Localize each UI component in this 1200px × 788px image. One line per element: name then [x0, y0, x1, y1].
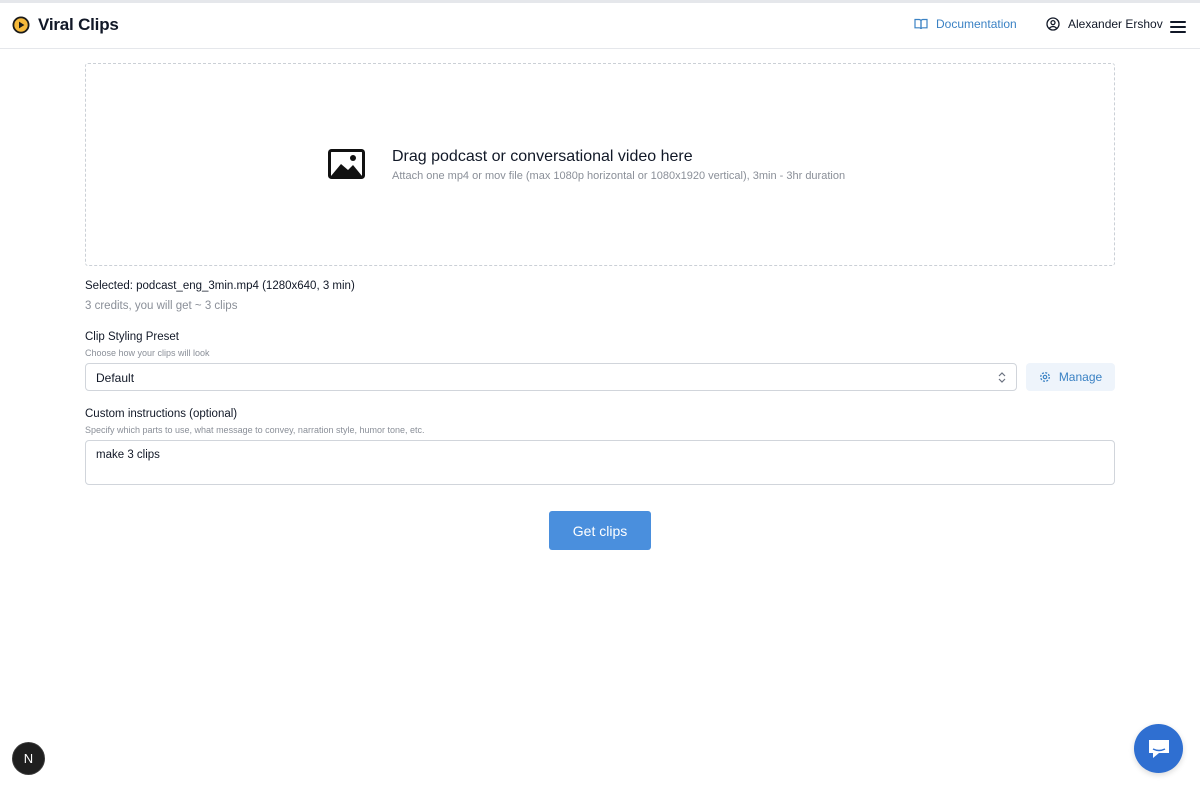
dropzone-subtitle: Attach one mp4 or mov file (max 1080p ho… [392, 170, 846, 182]
image-icon [328, 149, 365, 179]
manage-label: Manage [1058, 370, 1103, 384]
brand[interactable]: Viral Clips [12, 15, 119, 35]
gear-icon [1039, 372, 1050, 382]
dropzone-title: Drag podcast or conversational video her… [392, 148, 693, 165]
preset-label: Clip Styling Preset [85, 331, 179, 343]
hamburger-menu-icon[interactable] [1170, 21, 1186, 33]
app-header: Viral Clips Documentation Alexander Ersh… [0, 3, 1200, 49]
preset-hint: Choose how your clips will look [85, 348, 210, 358]
user-avatar-icon [1046, 17, 1060, 31]
preset-selected-value: Default [96, 371, 135, 385]
user-menu[interactable]: Alexander Ershov [1046, 17, 1163, 31]
selected-file-text: Selected: podcast_eng_3min.mp4 (1280x640… [85, 280, 355, 292]
chevron-up-down-icon [998, 372, 1006, 383]
instructions-textarea[interactable]: make 3 clips [85, 440, 1115, 485]
get-clips-button[interactable]: Get clips [549, 511, 651, 550]
book-icon [914, 18, 928, 30]
documentation-label: Documentation [936, 17, 1017, 31]
chat-button[interactable] [1134, 724, 1183, 773]
chat-bubble-icon [1148, 739, 1169, 758]
instructions-label: Custom instructions (optional) [85, 408, 238, 420]
manage-button[interactable]: Manage [1026, 363, 1115, 391]
video-dropzone[interactable]: Drag podcast or conversational video her… [85, 63, 1115, 266]
documentation-link[interactable]: Documentation [914, 17, 1017, 31]
instructions-hint: Specify which parts to use, what message… [85, 425, 425, 435]
preset-select[interactable]: Default [85, 363, 1017, 391]
next-dev-badge[interactable]: N [13, 743, 44, 774]
app-title: Viral Clips [38, 15, 119, 34]
play-logo-icon [12, 16, 30, 34]
credits-text: 3 credits, you will get ~ 3 clips [85, 300, 238, 312]
user-name: Alexander Ershov [1068, 17, 1163, 31]
